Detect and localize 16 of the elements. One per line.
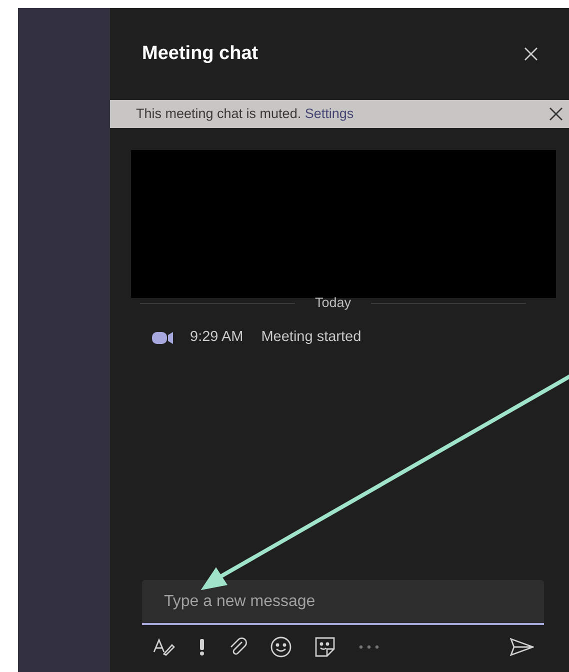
- send-icon[interactable]: [510, 638, 534, 656]
- video-camera-icon: [152, 331, 174, 346]
- event-text: Meeting started: [261, 328, 362, 348]
- smiley-icon[interactable]: [270, 636, 292, 658]
- paperclip-icon[interactable]: [228, 637, 248, 657]
- more-icon[interactable]: [358, 644, 380, 650]
- panel-title: Meeting chat: [142, 42, 258, 66]
- exclamation-icon[interactable]: [198, 638, 206, 656]
- close-icon[interactable]: [549, 107, 563, 121]
- message-field[interactable]: Type a new message: [142, 580, 544, 625]
- date-divider-label: Today: [314, 294, 352, 312]
- sticker-icon[interactable]: [314, 636, 336, 658]
- banner-text: This meeting chat is muted. Settings: [136, 104, 354, 123]
- event-time: 9:29 AM: [190, 328, 244, 348]
- text-format-icon[interactable]: [152, 637, 176, 657]
- settings-link[interactable]: Settings: [304, 106, 354, 121]
